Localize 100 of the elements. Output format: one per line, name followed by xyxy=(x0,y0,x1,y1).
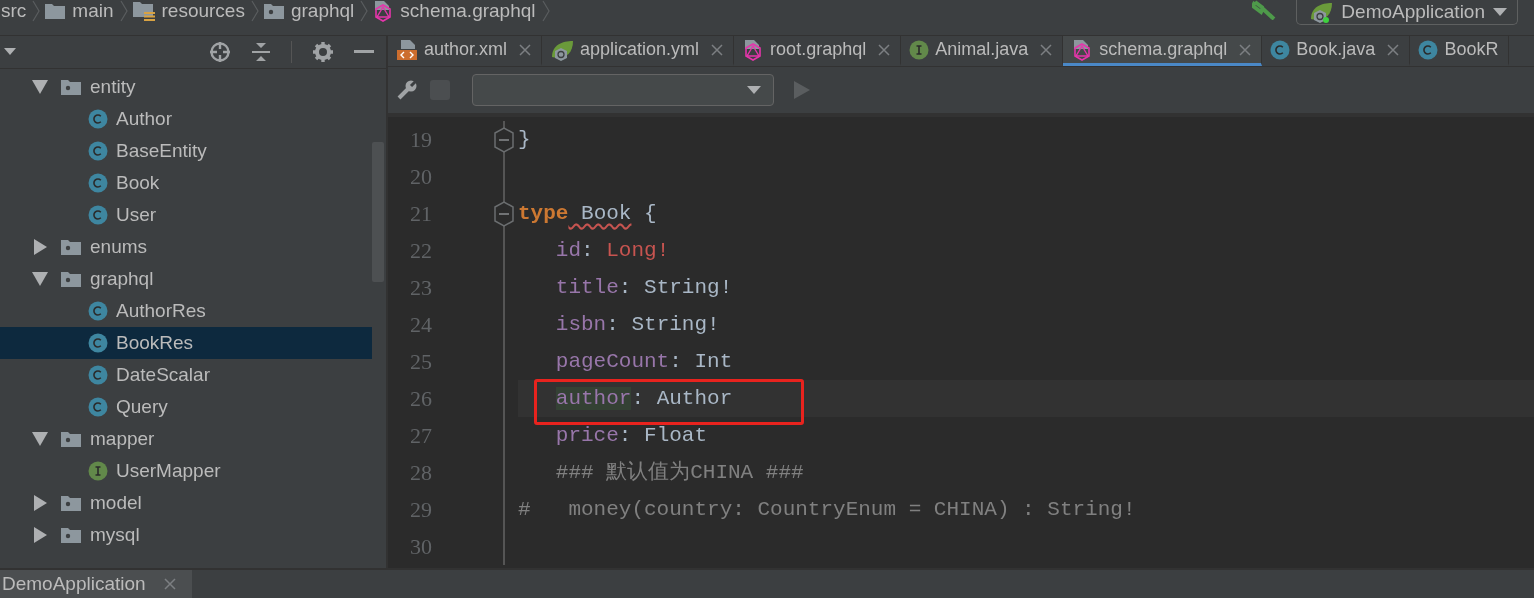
line-number: 23 xyxy=(409,274,432,301)
tree-item[interactable]: Book xyxy=(0,167,372,199)
class-icon xyxy=(88,333,108,353)
tree-item[interactable]: BaseEntity xyxy=(0,135,372,167)
dropdown-field[interactable] xyxy=(472,74,774,106)
resources-folder-icon xyxy=(131,0,156,22)
breadcrumb-item[interactable]: graphql xyxy=(262,0,355,22)
editor-tab[interactable]: BookR xyxy=(1410,36,1510,66)
expanded-arrow-icon[interactable] xyxy=(32,80,48,94)
class-icon xyxy=(88,109,108,129)
class-icon xyxy=(88,173,108,193)
editor-tab[interactable]: root.graphql xyxy=(734,36,902,66)
folder-icon xyxy=(60,78,82,96)
tree-item[interactable]: mapper xyxy=(0,423,372,455)
tab-close-icon[interactable] xyxy=(163,578,176,590)
target-icon[interactable] xyxy=(209,41,231,63)
class-icon xyxy=(1270,39,1291,60)
tree-item-label: enums xyxy=(90,236,148,258)
xml-file-icon xyxy=(396,38,418,61)
tree-item[interactable]: entity xyxy=(0,71,372,103)
code-line: isbn: String! xyxy=(554,312,721,338)
editor-tab[interactable]: author.xml xyxy=(388,36,543,66)
code-line: ### 默认值为CHINA ### xyxy=(554,459,805,486)
fold-marker-icon[interactable] xyxy=(494,201,514,227)
chevron-separator-icon xyxy=(119,0,128,22)
editor-tab[interactable]: schema.graphql xyxy=(1063,36,1263,66)
caret-icon xyxy=(747,86,761,94)
breadcrumb-item[interactable]: main xyxy=(44,0,114,22)
tab-close-icon[interactable] xyxy=(878,43,891,56)
line-number: 22 xyxy=(409,237,432,264)
tree-item[interactable]: model xyxy=(0,487,372,519)
tree-item[interactable]: User xyxy=(0,199,372,231)
tree-item[interactable]: Author xyxy=(0,103,372,135)
collapsed-arrow-icon[interactable] xyxy=(32,239,48,255)
wrench-icon[interactable] xyxy=(396,79,418,101)
leaf-app-icon xyxy=(1309,1,1334,23)
line-number: 30 xyxy=(409,533,432,560)
tree-item-label: mapper xyxy=(90,428,155,450)
collapse-all-icon[interactable] xyxy=(251,42,271,62)
tree-item[interactable]: DateScalar xyxy=(0,359,372,391)
editor-tab[interactable]: Book.java xyxy=(1262,36,1411,66)
tab-close-icon[interactable] xyxy=(1239,43,1252,56)
run-config-dropdown[interactable]: DemoApplication xyxy=(1296,0,1518,25)
editor-tab[interactable]: Animal.java xyxy=(901,36,1064,66)
folder-icon xyxy=(44,2,67,20)
editor-tab[interactable]: application.yml xyxy=(542,36,735,66)
tree-item-label: BookRes xyxy=(116,332,194,354)
breadcrumb-item[interactable]: resources xyxy=(131,0,245,22)
class-icon xyxy=(88,205,108,225)
code-line: price: Float xyxy=(554,423,709,449)
code-line: id: Long! xyxy=(554,238,671,264)
tree-item[interactable]: UserMapper xyxy=(0,455,372,487)
tree-item[interactable]: enums xyxy=(0,231,372,263)
collapsed-arrow-icon[interactable] xyxy=(32,527,48,543)
chevron-separator-icon xyxy=(360,0,369,22)
tree-item[interactable]: graphql xyxy=(0,263,372,295)
tree-item[interactable]: BookRes xyxy=(0,327,372,359)
code-line: pageCount: Int xyxy=(554,349,734,375)
folder-icon xyxy=(60,430,82,448)
code-line: title: String! xyxy=(554,275,734,301)
line-number: 24 xyxy=(409,311,432,338)
line-number: 20 xyxy=(409,163,432,190)
expanded-arrow-icon[interactable] xyxy=(32,432,48,446)
tree-item-label: UserMapper xyxy=(116,460,221,482)
class-icon xyxy=(88,141,108,161)
tree-item[interactable]: AuthorRes xyxy=(0,295,372,327)
line-number: 29 xyxy=(409,496,432,523)
tree-item-label: Book xyxy=(116,172,160,194)
tree-item-label: mysql xyxy=(90,524,140,546)
breadcrumb-item[interactable]: schema.graphql xyxy=(372,0,536,22)
tree-item-label: graphql xyxy=(90,268,154,290)
tree-item[interactable]: Query xyxy=(0,391,372,423)
chevron-separator-icon xyxy=(541,0,550,22)
breadcrumb-item[interactable]: src xyxy=(1,0,27,22)
line-number: 19 xyxy=(409,126,432,153)
tree-item-label: Query xyxy=(116,396,168,418)
class-icon xyxy=(88,301,108,321)
line-number: 26 xyxy=(409,385,432,412)
line-number: 21 xyxy=(409,200,432,227)
minimize-icon[interactable] xyxy=(354,50,374,54)
fold-marker-icon[interactable] xyxy=(494,127,514,153)
tab-close-icon[interactable] xyxy=(1040,43,1053,56)
code-line: # money(country: CountryEnum = CHINA) : String! xyxy=(518,497,1137,523)
collapsed-arrow-icon[interactable] xyxy=(32,495,48,511)
tab-close-icon[interactable] xyxy=(519,43,532,56)
line-number: 25 xyxy=(409,348,432,375)
tree-item[interactable]: mysql xyxy=(0,519,372,551)
run-tab[interactable]: DemoApplication xyxy=(0,570,192,598)
tab-close-icon[interactable] xyxy=(711,43,724,56)
settings-icon[interactable] xyxy=(312,41,334,63)
tree-item-label: DateScalar xyxy=(116,364,210,386)
tree-item-label: Author xyxy=(116,108,172,130)
line-number: 28 xyxy=(409,459,432,486)
dropdown-caret-icon[interactable] xyxy=(4,48,16,56)
caret-icon xyxy=(1493,8,1507,16)
tree-item-label: BaseEntity xyxy=(116,140,207,162)
class-icon xyxy=(88,365,108,385)
expanded-arrow-icon[interactable] xyxy=(32,272,48,286)
class-icon xyxy=(88,397,108,417)
tab-close-icon[interactable] xyxy=(1387,43,1400,56)
